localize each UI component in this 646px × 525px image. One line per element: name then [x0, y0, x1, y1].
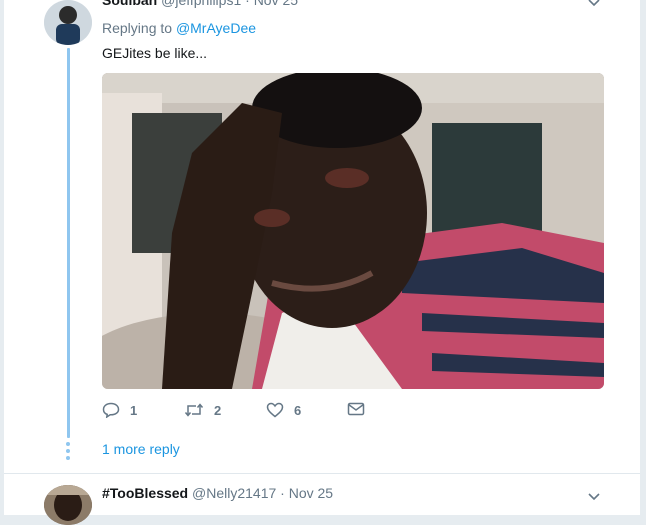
tweet-text: GEJites be like... [102, 45, 208, 61]
like-button[interactable]: 6 [266, 402, 301, 418]
like-count: 6 [294, 402, 302, 418]
tweet-photo[interactable] [102, 73, 604, 389]
replying-to-link[interactable]: @MrAyeDee [176, 20, 256, 36]
replying-prefix: Replying to [102, 20, 173, 36]
tweet-card[interactable]: Soulbah @jeffphilips1 · Nov 25 Replying … [4, 0, 640, 474]
chevron-down-icon[interactable] [588, 490, 600, 504]
user-handle[interactable]: @Nelly21417 [192, 485, 276, 501]
retweet-count: 2 [214, 402, 222, 418]
user-handle[interactable]: @jeffphilips1 [161, 0, 241, 8]
avatar[interactable] [44, 485, 92, 525]
avatar[interactable] [44, 0, 92, 45]
tweet-card-2[interactable]: #TooBlessed @Nelly21417 · Nov 25 [4, 474, 640, 525]
replying-to: Replying to @MrAyeDee [102, 20, 256, 36]
display-name[interactable]: #TooBlessed [102, 485, 188, 501]
thread-dots [66, 442, 71, 460]
timestamp[interactable]: · Nov 25 [245, 0, 298, 8]
retweet-button[interactable]: 2 [184, 402, 221, 418]
direct-message-button[interactable] [347, 402, 365, 416]
reply-icon [102, 402, 120, 418]
timestamp[interactable]: · Nov 25 [280, 485, 333, 501]
tweet-actions: 1 2 6 [102, 402, 402, 424]
tweet-header: Soulbah @jeffphilips1 · Nov 25 [102, 0, 298, 8]
reply-button[interactable]: 1 [102, 402, 137, 418]
chevron-down-icon[interactable] [588, 0, 600, 10]
envelope-icon [347, 402, 365, 416]
tweet-header: #TooBlessed @Nelly21417 · Nov 25 [102, 485, 333, 501]
retweet-icon [184, 403, 204, 417]
more-replies-link[interactable]: 1 more reply [102, 441, 180, 457]
reply-count: 1 [130, 402, 138, 418]
thread-line [67, 48, 70, 438]
display-name[interactable]: Soulbah [102, 0, 157, 8]
heart-icon [266, 402, 284, 418]
